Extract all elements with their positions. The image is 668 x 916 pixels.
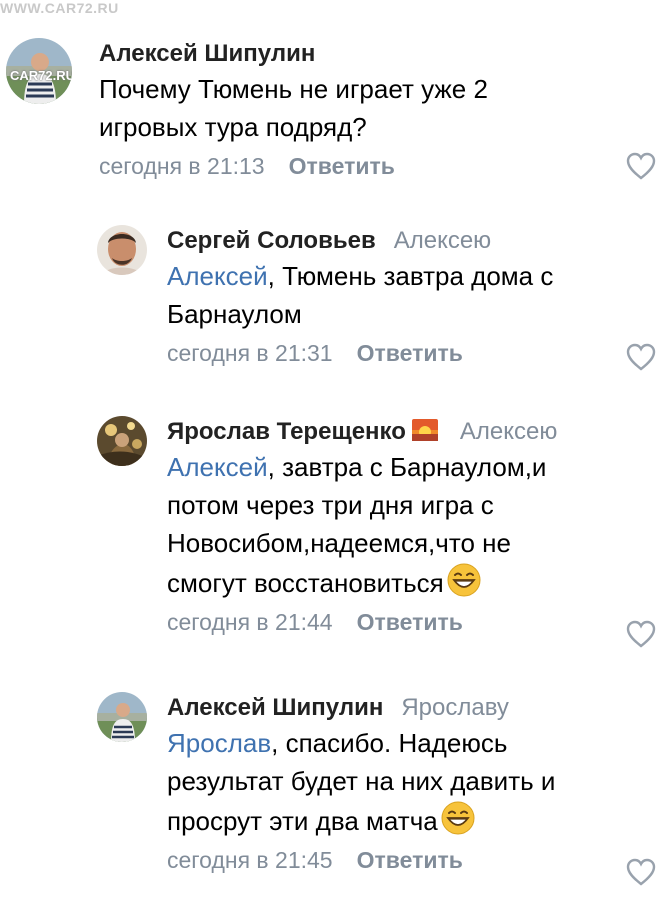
comment-time: сегодня в 21:45 — [167, 847, 333, 873]
comment-header: Алексей Шипулин Ярославу — [167, 692, 668, 724]
comment-text: Алексей, Тюмень завтра дома с Барнаулом — [167, 261, 554, 329]
comment-header: Ярослав Терещенко Алексею — [167, 416, 668, 448]
comment-meta: сегодня в 21:13 Ответить — [99, 150, 668, 182]
author-avatar[interactable] — [97, 692, 147, 742]
reply-to-label[interactable]: Ярославу — [401, 694, 509, 721]
author-avatar[interactable] — [97, 225, 147, 275]
reply-to-label[interactable]: Алексею — [394, 227, 491, 254]
mention-link[interactable]: Алексей — [167, 261, 268, 291]
reply-button[interactable]: Ответить — [357, 609, 463, 635]
comment-time: сегодня в 21:13 — [99, 153, 265, 179]
mention-link[interactable]: Алексей — [167, 452, 268, 482]
grinning-face-emoji-icon — [441, 801, 475, 835]
comment-author[interactable]: Сергей Соловьев — [167, 227, 376, 254]
comment-item: CAR72.RU Алексей Шипулин Почему Тюмень н… — [6, 38, 668, 182]
avatar-watermark: CAR72.RU — [10, 68, 72, 83]
author-avatar[interactable] — [97, 416, 147, 466]
comment-author[interactable]: Алексей Шипулин — [99, 38, 668, 70]
heart-outline-icon[interactable] — [626, 152, 656, 180]
heart-outline-icon[interactable] — [626, 858, 656, 886]
comment-item: Алексей Шипулин Ярославу Ярослав, спасибо… — [97, 692, 668, 886]
avatar-photo-icon — [97, 225, 147, 275]
comment-header: Сергей Соловьев Алексею — [167, 225, 668, 257]
mention-link[interactable]: Ярослав — [167, 728, 271, 758]
avatar-photo-icon — [97, 692, 147, 742]
comment-text: Алексей, завтра с Барнаулом,и потом чере… — [167, 452, 547, 598]
comment-text: Почему Тюмень не играет уже 2 игровых ту… — [99, 74, 488, 142]
reply-button[interactable]: Ответить — [289, 153, 395, 179]
avatar-photo-icon — [97, 416, 147, 466]
comment-item: Ярослав Терещенко Алексею Алексей, завтр… — [97, 416, 668, 648]
comment-meta: сегодня в 21:44 Ответить — [167, 606, 668, 638]
reply-to-label[interactable]: Алексею — [460, 418, 557, 445]
reply-button[interactable]: Ответить — [357, 847, 463, 873]
sunset-emoji-icon — [411, 419, 438, 441]
heart-outline-icon[interactable] — [626, 343, 656, 371]
heart-outline-icon[interactable] — [626, 620, 656, 648]
comment-time: сегодня в 21:31 — [167, 340, 333, 366]
comment-meta: сегодня в 21:45 Ответить — [167, 844, 668, 876]
comment-time: сегодня в 21:44 — [167, 609, 333, 635]
comment-author[interactable]: Алексей Шипулин — [167, 694, 383, 721]
reply-button[interactable]: Ответить — [357, 340, 463, 366]
comment-item: Сергей Соловьев Алексею Алексей, Тюмень з… — [97, 225, 668, 371]
comment-meta: сегодня в 21:31 Ответить — [167, 337, 668, 369]
grinning-face-emoji-icon — [447, 563, 481, 597]
comment-author[interactable]: Ярослав Терещенко — [167, 418, 406, 445]
comment-text: Ярослав, спасибо. Надеюсь результат буде… — [167, 728, 556, 836]
author-avatar[interactable]: CAR72.RU — [6, 38, 72, 104]
watermark: WWW.CAR72.RU — [0, 0, 119, 16]
